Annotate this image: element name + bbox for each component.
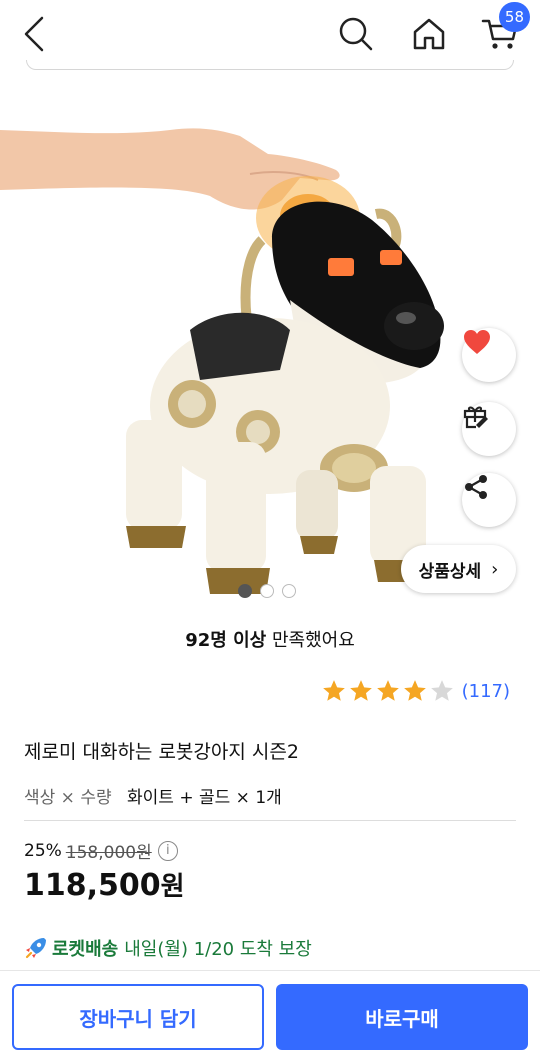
option-line[interactable]: 색상 × 수량 화이트 + 골드 × 1개: [24, 783, 282, 808]
delivery-info: 로켓배송 내일(월) 1/20 도착 보장: [24, 935, 312, 961]
rating-summary[interactable]: (117): [321, 678, 510, 704]
carousel-dot[interactable]: [282, 584, 296, 598]
top-header: 58: [0, 0, 540, 66]
back-arrow-icon: [24, 16, 44, 52]
add-to-cart-button[interactable]: 장바구니 담기: [12, 984, 264, 1050]
header-strip: [26, 60, 514, 70]
review-count[interactable]: (117): [462, 681, 510, 702]
gift-icon: [463, 406, 488, 429]
cart-button[interactable]: 58: [476, 2, 530, 58]
heart-icon: [464, 330, 490, 354]
bottom-action-bar: 장바구니 담기 바로구매: [0, 970, 540, 1061]
price-row: 25% 158,000원 i: [24, 838, 178, 863]
delivery-date: 내일(월) 1/20 도착 보장: [124, 939, 312, 960]
divider: [24, 820, 516, 821]
back-button[interactable]: [10, 10, 58, 58]
option-value: 화이트 + 골드 × 1개: [127, 788, 282, 808]
share-icon: [465, 475, 487, 499]
product-image-gallery[interactable]: 상품상세 ›: [0, 70, 540, 610]
product-detail-button[interactable]: 상품상세 ›: [401, 545, 516, 593]
chevron-right-icon: ›: [491, 558, 499, 580]
search-icon: [339, 17, 373, 51]
home-icon: [413, 18, 445, 50]
star-icon: [376, 680, 399, 701]
star-icon: [403, 680, 426, 701]
satisfaction-suffix: 만족했어요: [266, 630, 355, 651]
satisfaction-count: 92명 이상: [185, 630, 267, 651]
star-icon: [349, 680, 372, 701]
wishlist-heart-button[interactable]: [462, 328, 516, 382]
option-label: 색상 × 수량: [24, 788, 112, 808]
star-icon: [430, 680, 453, 701]
search-button[interactable]: [332, 10, 380, 58]
robot-dog-product-photo: [0, 128, 444, 594]
rating-stars: [321, 678, 456, 704]
cart-count-badge: 58: [498, 2, 530, 32]
sale-price-number: 118,500: [24, 868, 161, 903]
share-button[interactable]: [462, 473, 516, 527]
star-icon: [322, 680, 345, 701]
info-icon[interactable]: i: [157, 840, 178, 861]
satisfaction-text: 92명 이상 만족했어요: [0, 626, 540, 652]
gift-button[interactable]: [462, 402, 516, 456]
product-detail-label: 상품상세: [418, 561, 482, 582]
original-price: 158,000원: [65, 843, 152, 863]
product-title: 제로미 대화하는 로봇강아지 시즌2: [24, 741, 299, 763]
buy-now-button[interactable]: 바로구매: [276, 984, 528, 1050]
discount-rate: 25%: [24, 840, 62, 861]
rocket-icon: [25, 938, 46, 959]
home-button[interactable]: [405, 10, 453, 58]
carousel-dots: [238, 584, 296, 598]
sale-price-unit: 원: [160, 872, 185, 902]
sale-price: 118,500원: [24, 866, 185, 903]
rocket-delivery-label: 로켓배송: [52, 939, 119, 960]
carousel-dot[interactable]: [238, 584, 252, 598]
carousel-dot[interactable]: [260, 584, 274, 598]
